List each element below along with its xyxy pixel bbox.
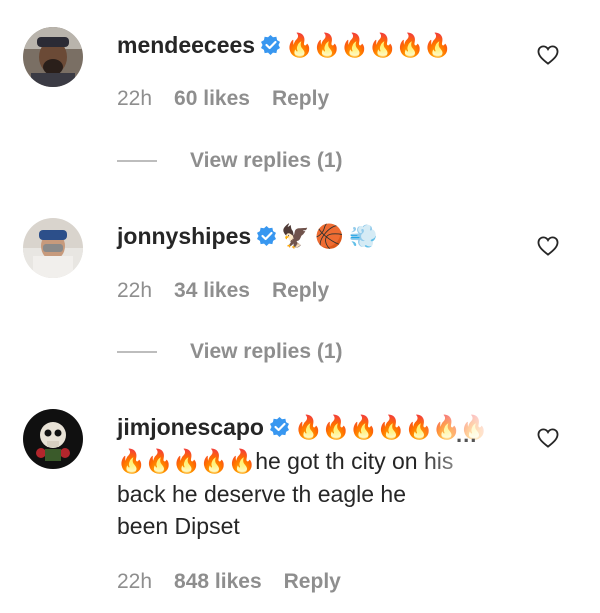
comment-meta: 22h 60 likes Reply: [117, 87, 351, 111]
like-heart-icon[interactable]: [537, 45, 559, 65]
more-text-indicator[interactable]: ...: [456, 422, 477, 448]
timestamp: 22h: [117, 570, 153, 593]
verified-badge-icon: [269, 413, 290, 445]
divider-line: [117, 160, 157, 163]
view-replies-button[interactable]: View replies (1): [117, 149, 343, 173]
view-replies-button[interactable]: View replies (1): [117, 340, 343, 364]
like-heart-icon[interactable]: [537, 428, 559, 448]
comment-text-line2: back he deserve th eagle he: [117, 481, 406, 507]
comment-emoji: 🔥🔥🔥🔥🔥🔥: [285, 33, 452, 59]
avatar[interactable]: [23, 409, 83, 469]
comment-emoji: 🦅 🏀 💨: [281, 224, 378, 250]
verified-badge-icon: [257, 222, 277, 254]
divider-line: [117, 351, 157, 354]
likes-count[interactable]: 34 likes: [174, 279, 250, 302]
likes-count[interactable]: 60 likes: [174, 87, 250, 110]
like-heart-icon[interactable]: [537, 236, 559, 256]
likes-count[interactable]: 848 likes: [174, 570, 262, 593]
verified-badge-icon: [261, 31, 281, 63]
timestamp: 22h: [117, 279, 153, 302]
comment-emoji-line2: 🔥🔥🔥🔥🔥: [117, 449, 256, 475]
reply-button[interactable]: Reply: [284, 570, 341, 593]
avatar[interactable]: [23, 218, 83, 278]
view-replies-label: View replies (1): [190, 149, 343, 172]
truncation-fade: [420, 408, 490, 478]
username[interactable]: jimjonescapo: [117, 414, 264, 440]
view-replies-label: View replies (1): [190, 340, 343, 363]
username[interactable]: jonnyshipes: [117, 223, 251, 249]
username[interactable]: mendeecees: [117, 32, 255, 58]
comment-text-line3: been Dipset: [117, 513, 240, 539]
avatar[interactable]: [23, 27, 83, 87]
reply-button[interactable]: Reply: [272, 87, 329, 110]
reply-button[interactable]: Reply: [272, 279, 329, 302]
timestamp: 22h: [117, 87, 153, 110]
comment-meta: 22h 34 likes Reply: [117, 279, 351, 303]
comment-meta: 22h 848 likes Reply: [117, 570, 363, 594]
